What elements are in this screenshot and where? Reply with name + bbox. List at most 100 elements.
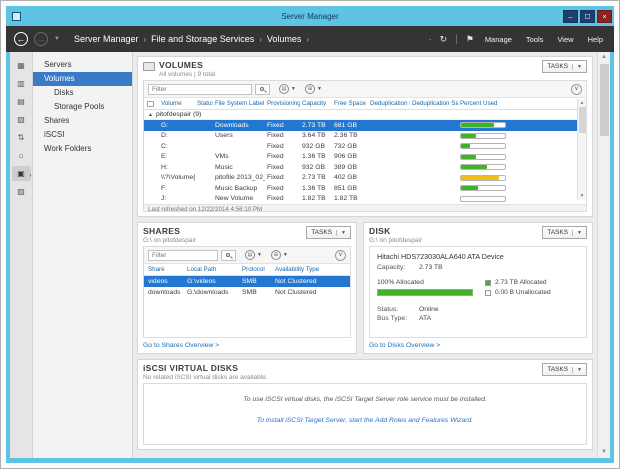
sidebar-item-volumes[interactable]: Volumes	[33, 72, 132, 86]
allocation-section: 100% Allocated 2.73 TB Allocated	[377, 279, 579, 299]
all-servers-icon[interactable]: ▤	[12, 94, 31, 109]
breadcrumb-volumes[interactable]: Volumes	[267, 34, 302, 44]
file-storage-services-icon[interactable]: ▣›	[12, 166, 31, 181]
grouping-dropdown[interactable]: ⊞ ▼	[305, 84, 322, 94]
col-provisioning[interactable]: Provisioning	[267, 100, 300, 107]
tasks-caret-icon: ▼	[336, 230, 346, 236]
volume-row[interactable]: E:VMsFixed1.36 TB906 GB	[144, 152, 586, 163]
sidebar-item-shares[interactable]: Shares	[33, 114, 132, 128]
window-title: Server Manager	[6, 12, 614, 21]
caption-buttons: – ☐ ×	[563, 10, 612, 23]
chevron-down-icon: ▼	[317, 86, 322, 92]
volumes-group-row[interactable]: ▲ pitofdespair (9)	[144, 110, 586, 120]
close-button[interactable]: ×	[597, 10, 612, 23]
col-protocol[interactable]: Protocol	[242, 266, 272, 273]
unallocated-swatch	[485, 290, 491, 296]
maximize-button[interactable]: ☐	[580, 10, 595, 23]
volume-row[interactable]: C:Fixed932 GB732 GB	[144, 141, 586, 152]
scroll-up-icon[interactable]: ▲	[601, 52, 607, 63]
col-capacity[interactable]: Capacity	[302, 100, 332, 107]
volume-row[interactable]: H:MusicFixed932 GB389 GB	[144, 162, 586, 173]
collapse-panel-button[interactable]: ∨	[335, 250, 346, 261]
volumes-filter-input[interactable]	[148, 84, 252, 95]
chevron-down-icon: ▼	[291, 86, 296, 92]
shares-panel-title: SHARES	[143, 226, 196, 236]
col-file-system-label[interactable]: File System Label	[215, 100, 265, 107]
allocated-legend-label: 2.73 TB Allocated	[495, 279, 547, 286]
disk-tasks-button[interactable]: TASKS ▼	[542, 226, 587, 239]
volume-row[interactable]: \\?\Volume{e7...pitofile 2013_02_2...Fix…	[144, 173, 586, 184]
search-button[interactable]	[255, 84, 270, 95]
collapse-panel-button[interactable]: ∨	[571, 84, 582, 95]
sidebar-item-disks[interactable]: Disks	[33, 86, 132, 100]
col-dedup-savings[interactable]: Deduplication Savings	[412, 100, 458, 107]
iscsi-install-link[interactable]: To install iSCSI Target Server, start th…	[144, 417, 586, 424]
volumes-scrollbar[interactable]: ▲ ▼	[577, 99, 586, 200]
scroll-down-icon[interactable]: ▼	[601, 447, 607, 458]
volume-row[interactable]: G:DownloadsFixed2.73 TB681 GB	[144, 120, 586, 131]
col-percent-used[interactable]: Percent Used	[460, 100, 583, 107]
volumes-tasks-button[interactable]: TASKS ▼	[542, 60, 587, 73]
breadcrumb-file-storage[interactable]: File and Storage Services	[151, 34, 254, 44]
cell-capacity: 1.36 TB	[302, 185, 332, 192]
shares-toolbar: ▤ ▼ ⊞ ▼ ∨	[144, 247, 350, 264]
notifications-flag-icon[interactable]: ⚑	[466, 34, 474, 45]
col-dedup-rate[interactable]: Deduplication Rate	[370, 100, 410, 107]
status-value: Online	[419, 306, 439, 313]
disk-panel: DISK G:\ on pitofdespair TASKS ▼ Hitachi…	[363, 222, 593, 354]
iscsi-message: To use iSCSI virtual disks, the iSCSI Ta…	[144, 396, 586, 403]
minimize-button[interactable]: –	[563, 10, 578, 23]
shares-tasks-button[interactable]: TASKS ▼	[306, 226, 351, 239]
col-volume[interactable]: Volume	[161, 100, 195, 107]
col-free-space[interactable]: Free Space	[334, 100, 368, 107]
col-share[interactable]: Share	[148, 266, 184, 273]
volume-row[interactable]: J:New VolumeFixed1.82 TB1.82 TB	[144, 194, 586, 205]
cell-availability-type: Not Clustered	[275, 278, 335, 285]
scroll-up-icon[interactable]: ▲	[580, 99, 585, 107]
grouping-dropdown[interactable]: ⊞ ▼	[271, 250, 288, 260]
go-to-disks-overview-link[interactable]: Go to Disks Overview >	[369, 342, 587, 349]
col-local-path[interactable]: Local Path	[187, 266, 239, 273]
menu-tools[interactable]: Tools	[523, 35, 547, 44]
col-status[interactable]: Status	[197, 100, 213, 107]
menu-help[interactable]: Help	[585, 35, 606, 44]
share-row[interactable]: videosG:\videosSMBNot Clustered	[144, 276, 350, 287]
saved-filters-dropdown[interactable]: ▤ ▼	[245, 250, 262, 260]
server-group-icon[interactable]: ▧	[12, 112, 31, 127]
main-scrollbar[interactable]: ▲ ▼	[597, 52, 610, 458]
storage-icon[interactable]: ▨	[12, 184, 31, 199]
local-server-icon[interactable]: ▥	[12, 76, 31, 91]
col-availability-type[interactable]: Availability Type	[275, 266, 335, 273]
percent-used-bar	[460, 133, 506, 139]
sidebar-item-storage-pools[interactable]: Storage Pools	[33, 100, 132, 114]
search-button[interactable]	[221, 250, 236, 261]
volume-row[interactable]: D:UsersFixed3.64 TB2.36 TB	[144, 131, 586, 142]
menu-manage[interactable]: Manage	[482, 35, 515, 44]
performance-icon[interactable]: ⇅	[12, 130, 31, 145]
dashboard-icon[interactable]: ▦	[12, 58, 31, 73]
share-row[interactable]: downloadsG:\downloadsSMBNot Clustered	[144, 287, 350, 298]
menu-view[interactable]: View	[554, 35, 576, 44]
scrollbar-thumb[interactable]	[600, 64, 609, 136]
forward-button[interactable]: →	[34, 32, 48, 46]
scroll-down-icon[interactable]: ▼	[580, 192, 585, 200]
cell-protocol: SMB	[242, 278, 272, 285]
go-to-shares-overview-link[interactable]: Go to Shares Overview >	[143, 342, 351, 349]
percent-used-bar	[460, 175, 506, 181]
saved-filters-dropdown[interactable]: ▤ ▼	[279, 84, 296, 94]
shares-filter-input[interactable]	[148, 250, 218, 261]
services-icon[interactable]: ⌂	[12, 148, 31, 163]
sidebar-item-iscsi[interactable]: iSCSI	[33, 128, 132, 142]
breadcrumb-server-manager[interactable]: Server Manager	[74, 34, 139, 44]
scrollbar-thumb[interactable]	[579, 107, 586, 133]
iscsi-tasks-button[interactable]: TASKS ▼	[542, 363, 587, 376]
iscsi-panel-title: iSCSI VIRTUAL DISKS	[143, 363, 268, 373]
bus-type-value: ATA	[419, 315, 431, 322]
sidebar-item-servers[interactable]: Servers	[33, 58, 132, 72]
sidebar-item-work-folders[interactable]: Work Folders	[33, 142, 132, 156]
history-caret-icon[interactable]: ▼	[54, 36, 60, 42]
refresh-icon[interactable]: ↻	[440, 34, 448, 45]
chevron-down-icon: ▼	[283, 252, 288, 258]
volume-row[interactable]: F:Music BackupFixed1.36 TB851 GB	[144, 183, 586, 194]
back-button[interactable]: ←	[14, 32, 28, 46]
